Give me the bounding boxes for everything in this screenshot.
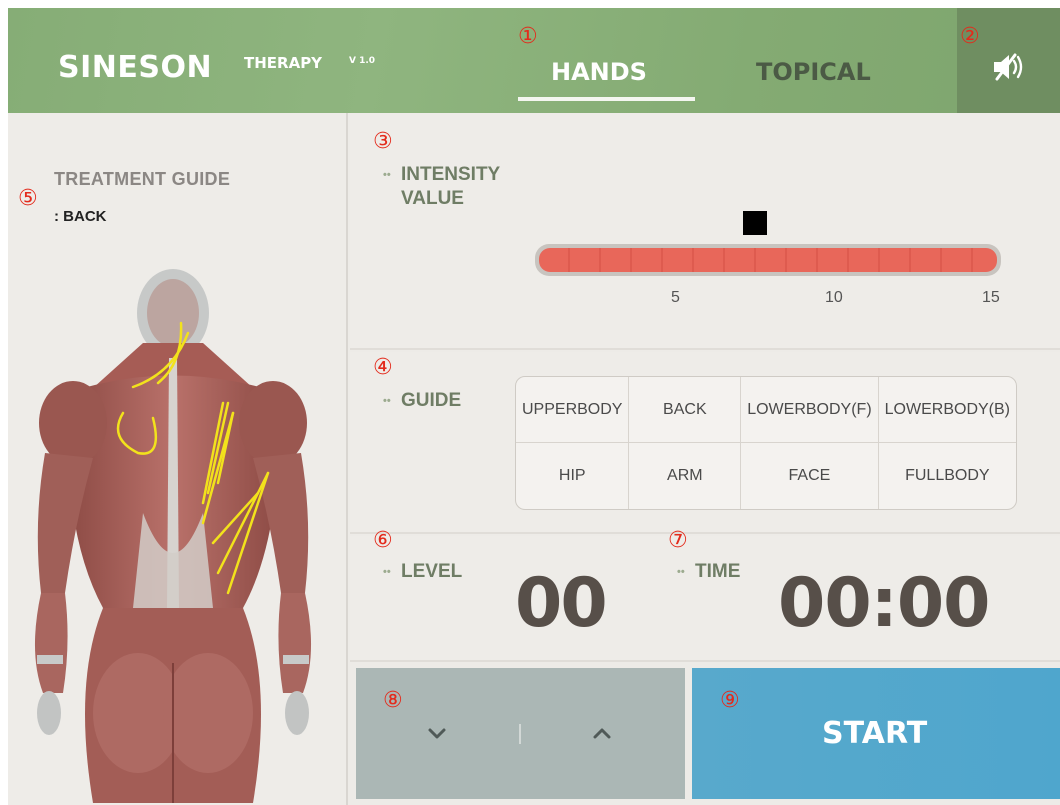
treatment-guide-part: : BACK	[54, 208, 107, 225]
active-tab-indicator	[518, 97, 695, 101]
guide-option-label: HIP	[558, 467, 586, 484]
annotation-badge-6: ⑥	[373, 528, 393, 553]
guide-option-label: BODY	[577, 400, 623, 418]
level-stepper	[356, 668, 685, 799]
app-window: SINESON THERAPY V 1.0 HANDS TOPICAL TREA…	[8, 8, 1060, 805]
time-value: 00:00	[778, 564, 990, 643]
guide-option-label: ARM	[667, 467, 703, 484]
level-label: LEVEL	[401, 561, 463, 582]
annotation-badge-2: ②	[960, 24, 980, 49]
guide-label: GUIDE	[401, 390, 462, 411]
guide-option-label: BODY(B)	[943, 400, 1010, 418]
guide-option-lower-body-f[interactable]: LOWER BODY(F)	[741, 377, 879, 443]
back-muscle-illustration	[34, 269, 312, 803]
guide-option-label: LOWER	[884, 400, 944, 418]
bullet-icon: ••	[677, 566, 685, 578]
chevron-down-icon[interactable]	[422, 718, 452, 748]
guide-option-label: UPPER	[522, 400, 578, 418]
guide-option-label: LOWER	[747, 400, 806, 418]
level-value: 00	[515, 564, 608, 643]
intensity-label-line1: INTENSITY	[401, 164, 501, 185]
tab-hands[interactable]: HANDS	[551, 58, 647, 86]
treatment-guide-panel: TREATMENT GUIDE : BACK	[8, 113, 348, 805]
guide-option-label: FACE	[788, 467, 831, 484]
time-label: TIME	[695, 561, 741, 582]
guide-option-lower-body-b[interactable]: LOWER BODY(B)	[878, 377, 1016, 443]
speaker-muted-icon	[994, 53, 1023, 81]
guide-option-arm[interactable]: ARM	[629, 443, 742, 509]
intensity-section: •• INTENSITY VALUE 5 10 15	[350, 113, 1060, 350]
bullet-icon: ••	[383, 169, 391, 181]
guide-option-label: FULL	[905, 467, 945, 484]
annotation-badge-5: ⑤	[18, 186, 38, 211]
version-label: V 1.0	[349, 56, 376, 66]
tab-topical[interactable]: TOPICAL	[756, 58, 871, 86]
treatment-guide-title: TREATMENT GUIDE	[54, 169, 231, 189]
start-button-label: START	[822, 716, 928, 751]
brand-logo: SINESON	[58, 50, 213, 85]
guide-option-label: BODY(F)	[805, 400, 872, 418]
bullet-icon: ••	[383, 395, 391, 407]
level-time-section: •• LEVEL 00 •• TIME 00:00	[350, 536, 1060, 662]
guide-option-back[interactable]: BACK	[629, 377, 742, 443]
guide-option-label: BACK	[663, 400, 707, 418]
guide-section: •• GUIDE UPPER BODY BACK LOWER BODY(F) LOW…	[350, 352, 1060, 534]
intensity-marker[interactable]	[743, 211, 767, 235]
guide-options-grid: UPPER BODY BACK LOWER BODY(F) LOWER BODY(B)…	[515, 376, 1017, 510]
intensity-tick: 10	[825, 289, 843, 306]
annotation-badge-7: ⑦	[668, 528, 688, 553]
guide-option-label: BODY	[944, 467, 990, 484]
intensity-label-line2: VALUE	[401, 188, 464, 209]
stepper-divider	[519, 724, 521, 744]
guide-option-full-body[interactable]: FULL BODY	[879, 443, 1016, 509]
annotation-badge-9: ⑨	[720, 688, 740, 713]
intensity-label: INTENSITY VALUE	[401, 163, 500, 211]
intensity-tick: 5	[671, 289, 680, 306]
start-button[interactable]: START	[692, 668, 1060, 799]
guide-option-face[interactable]: FACE	[741, 443, 879, 509]
intensity-slider[interactable]	[535, 244, 1001, 276]
annotation-badge-8: ⑧	[383, 688, 403, 713]
guide-option-hip[interactable]: HIP	[516, 443, 630, 509]
annotation-badge-1: ①	[518, 24, 538, 49]
bullet-icon: ••	[383, 566, 391, 578]
brand-subtitle: THERAPY	[244, 54, 323, 72]
annotation-badge-3: ③	[373, 129, 393, 154]
intensity-slider-track	[539, 248, 997, 272]
chevron-up-icon[interactable]	[587, 718, 617, 748]
guide-option-upper-body[interactable]: UPPER BODY	[516, 377, 630, 443]
intensity-tick: 15	[982, 289, 1000, 306]
annotation-badge-4: ④	[373, 355, 393, 380]
